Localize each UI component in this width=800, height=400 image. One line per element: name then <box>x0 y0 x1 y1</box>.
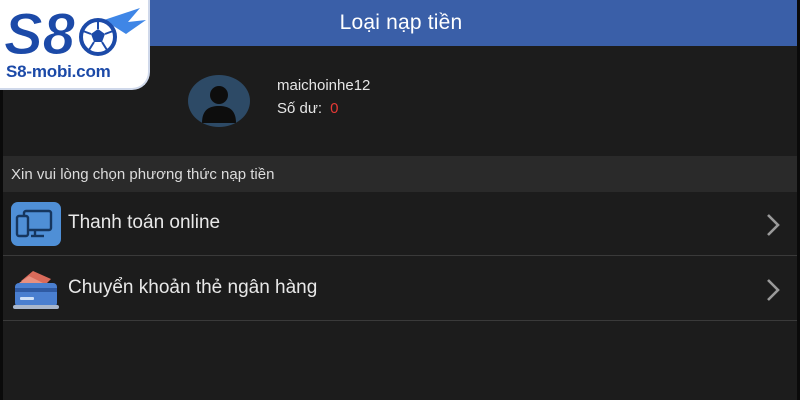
bank-card-icon <box>11 267 61 311</box>
section-label: Xin vui lòng chọn phương thức nạp tiền <box>0 156 800 192</box>
method-label: Thanh toán online <box>68 212 221 233</box>
balance-label: Số dư: <box>277 100 323 117</box>
username: maichoinhe12 <box>277 77 371 94</box>
user-avatar-icon <box>188 75 250 127</box>
page-title: Loại nạp tiền <box>339 11 463 34</box>
method-bank-transfer[interactable]: Chuyển khoản thẻ ngân hàng <box>0 257 800 321</box>
method-online-payment[interactable]: Thanh toán online <box>0 192 800 256</box>
method-label: Chuyển khoản thẻ ngân hàng <box>68 277 318 298</box>
balance: Số dư: 0 <box>277 100 338 117</box>
logo-text: S8-mobi.com <box>6 62 111 81</box>
section-label-text: Xin vui lòng chọn phương thức nạp tiền <box>11 165 275 183</box>
chevron-right-icon <box>763 277 783 303</box>
deposit-type-screen: Loại nạp tiền maichoinhe12 Số dư: 0 Xin v… <box>0 0 800 400</box>
s8-logo: S8 S8-mobi.com <box>0 0 150 90</box>
svg-text:S8: S8 <box>4 2 76 64</box>
s8-soccer-ball-logo: S8 <box>4 2 146 64</box>
balance-value: 0 <box>330 100 339 117</box>
computer-icon <box>11 202 61 246</box>
chevron-right-icon <box>763 212 783 238</box>
